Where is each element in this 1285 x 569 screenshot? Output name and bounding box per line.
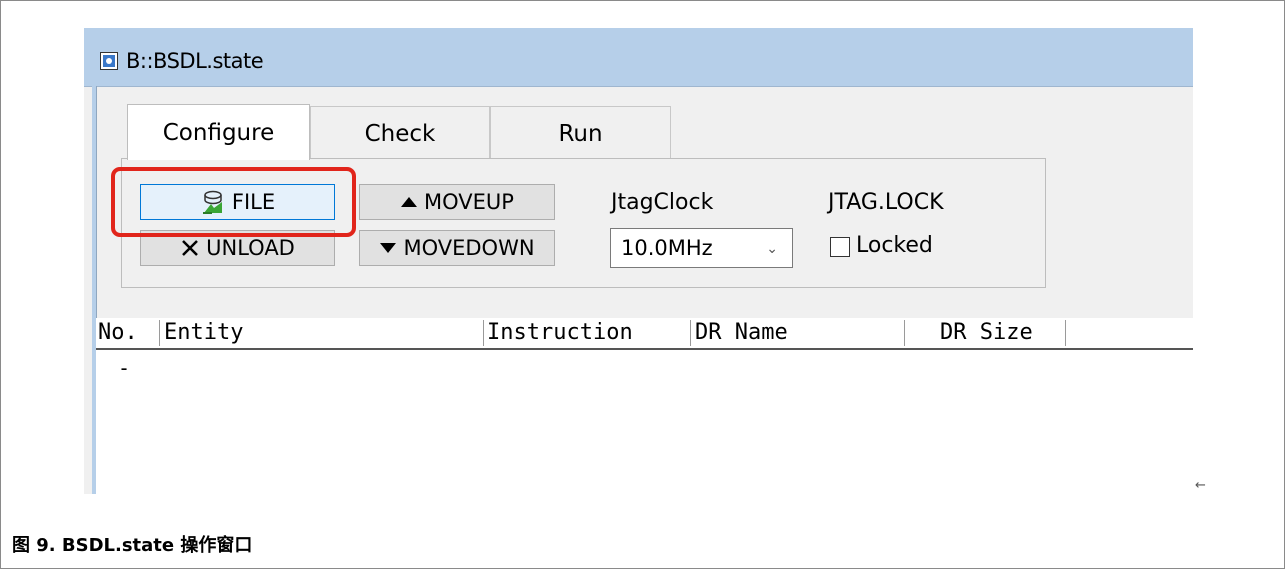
- movedown-button[interactable]: MOVEDOWN: [359, 230, 555, 266]
- column-header-dr-name[interactable]: DR Name: [695, 318, 788, 348]
- triangle-up-icon: [401, 197, 418, 207]
- tab-configure[interactable]: Configure: [127, 104, 310, 160]
- column-divider[interactable]: [690, 320, 691, 346]
- tab-configure-label: Configure: [162, 119, 275, 146]
- unload-button-label: UNLOAD: [206, 236, 295, 260]
- bsdl-state-window: B::BSDL.state Configure Check Run FILE U…: [84, 28, 1193, 494]
- jtagclock-value: 10.0MHz: [621, 236, 713, 260]
- file-button-highlight: [111, 167, 356, 237]
- app-window-icon: [100, 52, 118, 70]
- column-header-dr-size[interactable]: DR Size: [940, 318, 1033, 348]
- tab-run-label: Run: [558, 120, 603, 147]
- jtag-lock-label: JTAG.LOCK: [828, 190, 944, 215]
- tab-check[interactable]: Check: [310, 106, 490, 160]
- chevron-down-icon: ⌄: [766, 241, 778, 257]
- entity-list[interactable]: No. Entity Instruction DR Name DR Size -: [96, 318, 1193, 494]
- x-icon: [182, 240, 199, 256]
- window-titlebar[interactable]: B::BSDL.state: [84, 28, 1193, 87]
- column-divider[interactable]: [159, 320, 160, 346]
- tab-check-label: Check: [364, 120, 436, 147]
- stray-arrow-mark: ←: [1195, 478, 1206, 493]
- jtagclock-label: JtagClock: [611, 190, 714, 215]
- column-divider[interactable]: [1065, 320, 1066, 346]
- figure-caption: 图 9. BSDL.state 操作窗口: [12, 535, 253, 556]
- tab-run[interactable]: Run: [490, 106, 671, 160]
- jtagclock-select[interactable]: 10.0MHz ⌄: [610, 228, 793, 268]
- moveup-button[interactable]: MOVEUP: [359, 184, 555, 220]
- moveup-button-label: MOVEUP: [424, 190, 514, 214]
- table-row[interactable]: -: [118, 356, 130, 380]
- column-divider[interactable]: [904, 320, 905, 346]
- column-header-entity[interactable]: Entity: [164, 318, 243, 348]
- locked-checkbox[interactable]: [830, 237, 850, 257]
- window-title: B::BSDL.state: [126, 49, 264, 73]
- column-header-instruction[interactable]: Instruction: [487, 318, 633, 348]
- list-header: No. Entity Instruction DR Name DR Size: [96, 318, 1193, 350]
- locked-checkbox-label[interactable]: Locked: [856, 233, 933, 258]
- column-divider[interactable]: [483, 320, 484, 346]
- triangle-down-icon: [380, 243, 397, 253]
- column-header-no[interactable]: No.: [98, 318, 138, 348]
- movedown-button-label: MOVEDOWN: [403, 236, 535, 260]
